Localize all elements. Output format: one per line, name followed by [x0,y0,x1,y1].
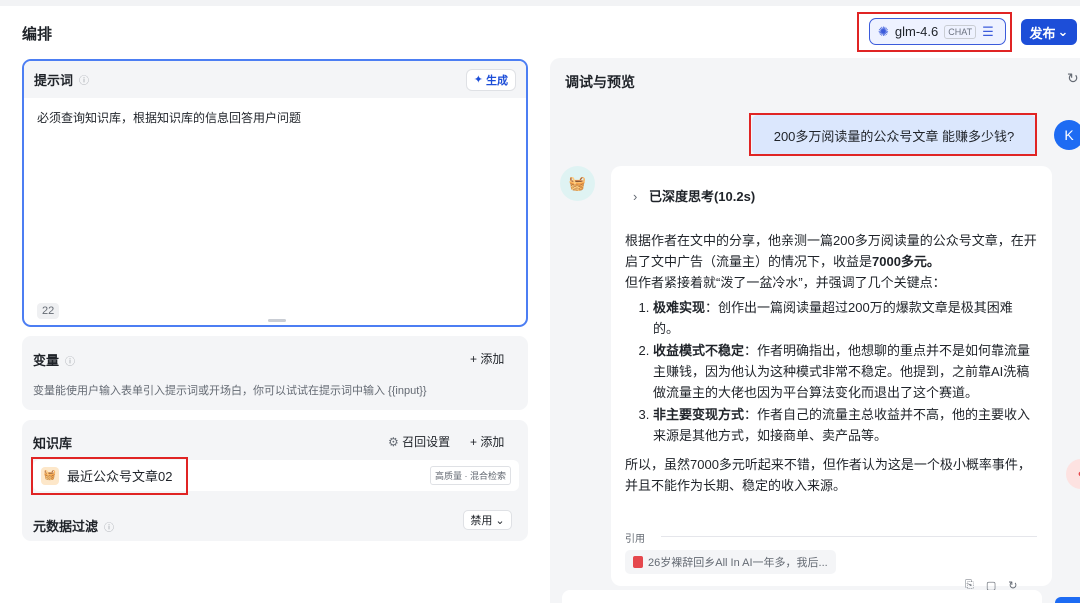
assistant-message: › 已深度思考(10.2s) 根据作者在文中的分享，他亲测一篇200多万阅读量的… [611,166,1052,586]
user-avatar: K [1054,120,1080,150]
refresh-icon[interactable]: ↻ [1067,70,1079,87]
generate-label: 生成 [486,74,508,87]
model-type-tag: CHAT [944,24,977,39]
settings-sliders-icon[interactable]: ☰ [982,24,994,40]
thinking-toggle[interactable]: › 已深度思考(10.2s) [633,186,755,205]
publish-label: 发布 [1029,25,1056,41]
prompt-header: 提示词 ⓘ ✦ 生成 [24,61,526,98]
answer-conclusion: 所以，虽然7000多元听起来不错，但作者认为这是一个极小概率事件，并且不能作为长… [625,457,1031,493]
chevron-down-icon: ⌄ [495,514,505,527]
variables-description: 变量能使用户输入表单引入提示词或开场白，你可以试试在提示词中输入 {{input… [33,385,427,397]
knowledge-base-icon: 🧺 [41,466,59,485]
add-variable-button[interactable]: + 添加 [470,350,504,367]
generate-button[interactable]: ✦ 生成 [465,68,516,91]
metadata-filter-title: 元数据过滤 ⓘ [33,519,115,534]
knowledge-section: 知识库 ⚙ 召回设置 + 添加 🧺 最近公众号文章02 高质量 · 混合检索 元… [22,420,528,541]
user-message: 200多万阅读量的公众号文章 能赚多少钱? [752,115,1036,155]
send-button[interactable] [1055,597,1080,603]
prompt-title: 提示词 [34,73,74,88]
model-selector[interactable]: ✺ glm-4.6 CHAT ☰ [869,18,1006,45]
list-item: 极难实现：创作出一篇阅读量超过200万的爆款文章是极其困难的。 [653,297,1037,339]
info-icon[interactable]: ⓘ [104,523,114,534]
pdf-icon [633,556,643,568]
answer-intro: 根据作者在文中的分享，他亲测一篇200多万阅读量的公众号文章，在开启了文中广告（… [625,233,1037,290]
variables-section: 变量 ⓘ + 添加 变量能使用户输入表单引入提示词或开场白，你可以试试在提示词中输… [22,336,528,410]
variables-title: 变量 ⓘ [33,353,76,368]
knowledge-item-tag: 高质量 · 混合检索 [430,466,511,485]
page-title: 编排 [22,26,53,43]
sparkle-icon: ✦ [473,74,483,86]
info-icon[interactable]: ⓘ [65,357,75,368]
char-count: 22 [37,303,60,319]
metadata-filter-select[interactable]: 禁用 ⌄ [463,510,512,530]
knowledge-item-name: 最近公众号文章02 [67,469,173,484]
top-strip [0,0,1080,6]
knowledge-item[interactable]: 🧺 最近公众号文章02 高质量 · 混合检索 [33,460,519,491]
citation-divider [661,536,1037,537]
citation-chip[interactable]: 26岁裸辞回乡All In AI一年多，我后... [625,550,836,574]
citation-title: 26岁裸辞回乡All In AI一年多，我后... [648,557,828,569]
prompt-textarea[interactable]: 必须查询知识库，根据知识库的信息回答用户问题 [24,98,526,137]
citation-label: 引用 [625,534,645,545]
settings-icon: ⚙ [388,435,399,449]
add-knowledge-button[interactable]: + 添加 [470,433,504,450]
chevron-right-icon: › [633,189,638,204]
chevron-down-icon: ⌄ [1057,24,1069,39]
knowledge-title: 知识库 [33,436,73,451]
publish-button[interactable]: 发布 ⌄ [1021,19,1077,45]
info-icon[interactable]: ⓘ [79,72,89,87]
answer-text: 根据作者在文中的分享，他亲测一篇200多万阅读量的公众号文章，在开启了文中广告（… [625,230,1037,496]
key-points-list: 极难实现：创作出一篇阅读量超过200万的爆款文章是极其困难的。 收益模式不稳定：… [625,297,1037,446]
prompt-card: 提示词 ⓘ ✦ 生成 必须查询知识库，根据知识库的信息回答用户问题 22 [22,59,528,327]
model-name: glm-4.6 [894,24,939,39]
list-item: 收益模式不稳定：作者明确指出，他想聊的重点并不是如何靠流量主赚钱，因为他认为这种… [653,340,1037,403]
recall-settings-button[interactable]: ⚙ 召回设置 [388,433,450,450]
model-spark-icon: ✺ [878,23,889,39]
chat-input[interactable] [562,590,1042,603]
preview-title: 调试与预览 [565,74,635,90]
list-item: 非主要变现方式：作者自己的流量主总收益并不高，他的主要收入来源是其他方式，如接商… [653,404,1037,446]
bot-avatar-icon: 🧺 [560,166,595,201]
debug-preview-panel: 调试与预览 ↻ 200多万阅读量的公众号文章 能赚多少钱? K 🧺 › 已深度思… [550,58,1080,603]
thinking-label: 已深度思考(10.2s) [648,189,756,204]
resize-handle[interactable] [268,319,286,322]
